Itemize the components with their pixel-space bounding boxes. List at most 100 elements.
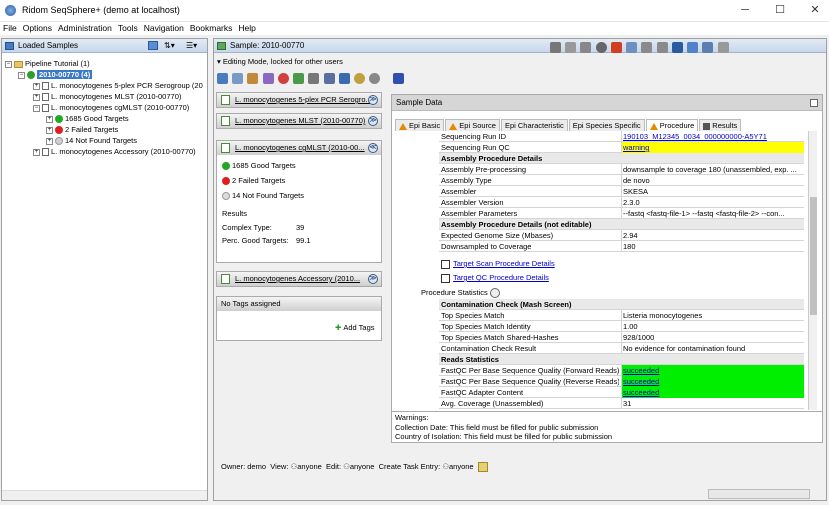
expand-icon[interactable]: +: [46, 126, 53, 134]
data-row[interactable]: Expected Genome Size (Mbases) 2.94: [439, 230, 804, 241]
tree-good-targets[interactable]: +1685 Good Targets: [46, 113, 129, 124]
menu-help[interactable]: Help: [235, 22, 258, 35]
data-row[interactable]: Sequencing Run QC warning: [439, 142, 804, 153]
row-value-link[interactable]: succeeded: [623, 377, 659, 386]
down-icon[interactable]: [641, 42, 653, 54]
home-nav-icon[interactable]: [610, 42, 622, 54]
data-row[interactable]: Top Species Match Shared-Hashes 928/1000: [439, 332, 804, 343]
edit-permissions-icon[interactable]: [477, 462, 488, 473]
expand-card-icon[interactable]: ≫: [368, 116, 378, 126]
row-value[interactable]: --fastq <fastq-file-1> --fastq <fastq-fi…: [621, 208, 804, 219]
data-row[interactable]: Downsampled to Coverage 180: [439, 241, 804, 252]
stop-icon[interactable]: [595, 42, 607, 54]
sort-icon[interactable]: ⇅▾: [164, 41, 178, 50]
expand-icon[interactable]: +: [46, 137, 53, 145]
maximize-section-icon[interactable]: [810, 99, 818, 107]
data-row[interactable]: Assembly Pre-processing downsample to cov…: [439, 164, 804, 175]
tree-icon[interactable]: [293, 73, 305, 84]
data-row[interactable]: Avg. Coverage (Unassembled) 31: [439, 398, 804, 409]
tab-epi-basic[interactable]: Epi Basic: [395, 119, 445, 131]
row-value[interactable]: 190103_M12345_0034_000000000-A5Y71: [621, 131, 804, 142]
lock-icon[interactable]: [580, 42, 592, 54]
expand-card-icon[interactable]: ≫: [368, 95, 378, 105]
expand-icon[interactable]: +: [33, 82, 40, 90]
data-row[interactable]: FastQC Per Base Sequence Quality (Forwar…: [439, 365, 804, 376]
info-icon[interactable]: [354, 73, 366, 84]
collapse-card-icon[interactable]: ≪: [368, 143, 378, 153]
menu-file[interactable]: File: [0, 22, 20, 35]
card-serogroup[interactable]: L. monocytogenes 5-plex PCR Serogro... ≫: [216, 92, 382, 108]
row-value-link[interactable]: 190103_M12345_0034_000000000-A5Y71: [623, 132, 767, 141]
menu-options[interactable]: Options: [20, 22, 55, 35]
target-scan-link-row[interactable]: Target Scan Procedure Details: [441, 258, 555, 269]
tab-epi-characteristic[interactable]: Epi Characteristic: [500, 119, 568, 131]
row-value[interactable]: 31: [621, 398, 804, 409]
maximize-panel-icon[interactable]: [717, 42, 729, 54]
row-value[interactable]: 180: [621, 241, 804, 252]
menu-bookmarks[interactable]: Bookmarks: [187, 22, 236, 35]
view-options-icon[interactable]: ☰▾: [186, 41, 202, 50]
jump-icon[interactable]: [671, 42, 683, 54]
delete-icon[interactable]: [308, 73, 320, 84]
row-value-link[interactable]: warning: [623, 143, 649, 152]
collapse-icon[interactable]: −: [18, 71, 25, 79]
data-row[interactable]: Assembler SKESA: [439, 186, 804, 197]
settings-icon[interactable]: [247, 73, 259, 84]
target-qc-link-row[interactable]: Target QC Procedure Details: [441, 272, 549, 283]
sample-data-scrollbar[interactable]: [808, 131, 817, 410]
horizontal-scrollbar[interactable]: [2, 490, 207, 500]
data-row[interactable]: Assembly Type de novo: [439, 175, 804, 186]
refresh-icon[interactable]: [702, 42, 714, 54]
tree-item-mlst[interactable]: + L. monocytogenes MLST (2010-00770): [33, 91, 181, 102]
data-row[interactable]: FastQC Per Base Sequence Quality (Revers…: [439, 376, 804, 387]
tree-notfound-targets[interactable]: +14 Not Found Targets: [46, 135, 137, 146]
maximize-button[interactable]: ☐: [773, 4, 787, 16]
tab-results[interactable]: Results: [699, 119, 742, 131]
row-value[interactable]: 2.3.0: [621, 197, 804, 208]
row-value[interactable]: succeeded: [621, 387, 804, 398]
tree-item-serogroup[interactable]: + L. monocytogenes 5-plex PCR Serogroup (…: [33, 80, 203, 91]
tab-epi-species-specific[interactable]: Epi Species Specific: [568, 119, 645, 131]
home-icon[interactable]: [148, 41, 158, 50]
table-icon[interactable]: [232, 73, 244, 84]
card-cgmlst[interactable]: L. monocytogenes cgMLST (2010-00... ≪ 168…: [216, 140, 382, 263]
tree-pipeline[interactable]: − Pipeline Tutorial (1): [5, 58, 90, 69]
row-value[interactable]: No evidence for contamination found: [621, 343, 804, 354]
expand-icon[interactable]: +: [33, 148, 40, 156]
close-button[interactable]: ✕: [808, 4, 822, 16]
row-value[interactable]: warning: [621, 142, 804, 153]
tab-procedure[interactable]: Procedure: [645, 119, 699, 131]
data-row[interactable]: Top Species Match Listeria monocytogenes: [439, 310, 804, 321]
row-value[interactable]: succeeded: [621, 365, 804, 376]
tree-sample[interactable]: −2010-00770 (4): [18, 69, 93, 80]
row-value[interactable]: downsample to coverage 180 (unassembled,…: [621, 164, 804, 175]
grid-icon[interactable]: [550, 42, 561, 54]
refresh-stats-icon[interactable]: [489, 288, 500, 299]
scrollbar-thumb[interactable]: [810, 197, 817, 315]
row-value-link[interactable]: succeeded: [623, 388, 659, 397]
row-value[interactable]: succeeded: [621, 376, 804, 387]
clear-icon[interactable]: [369, 73, 381, 84]
card-mlst[interactable]: L. monocytogenes MLST (2010-00770) ≫: [216, 113, 382, 129]
task-permission[interactable]: anyone: [449, 462, 474, 471]
search-icon[interactable]: [338, 73, 350, 84]
row-value[interactable]: 1.00: [621, 321, 804, 332]
view-permission[interactable]: anyone: [297, 462, 322, 471]
back-icon[interactable]: [626, 42, 638, 54]
expand-card-icon[interactable]: ≫: [368, 274, 378, 284]
up-icon[interactable]: [656, 42, 668, 54]
signal-icon[interactable]: [565, 42, 577, 54]
add-tags-button[interactable]: ✚ Add Tags: [335, 323, 375, 332]
tree-item-cgmlst[interactable]: − L. monocytogenes cgMLST (2010-00770): [33, 102, 189, 113]
row-value[interactable]: de novo: [621, 175, 804, 186]
row-value[interactable]: Listeria monocytogenes: [621, 310, 804, 321]
menu-navigation[interactable]: Navigation: [141, 22, 187, 35]
target-scan-link[interactable]: Target Scan Procedure Details: [453, 259, 555, 268]
collapse-icon[interactable]: −: [5, 60, 12, 68]
data-row[interactable]: FastQC Adapter Content succeeded: [439, 387, 804, 398]
data-row[interactable]: Sequencing Run ID 190103_M12345_0034_0000…: [439, 131, 804, 142]
menu-tools[interactable]: Tools: [115, 22, 141, 35]
edit-permission[interactable]: anyone: [350, 462, 375, 471]
row-value[interactable]: SKESA: [621, 186, 804, 197]
collapse-icon[interactable]: −: [33, 104, 40, 112]
